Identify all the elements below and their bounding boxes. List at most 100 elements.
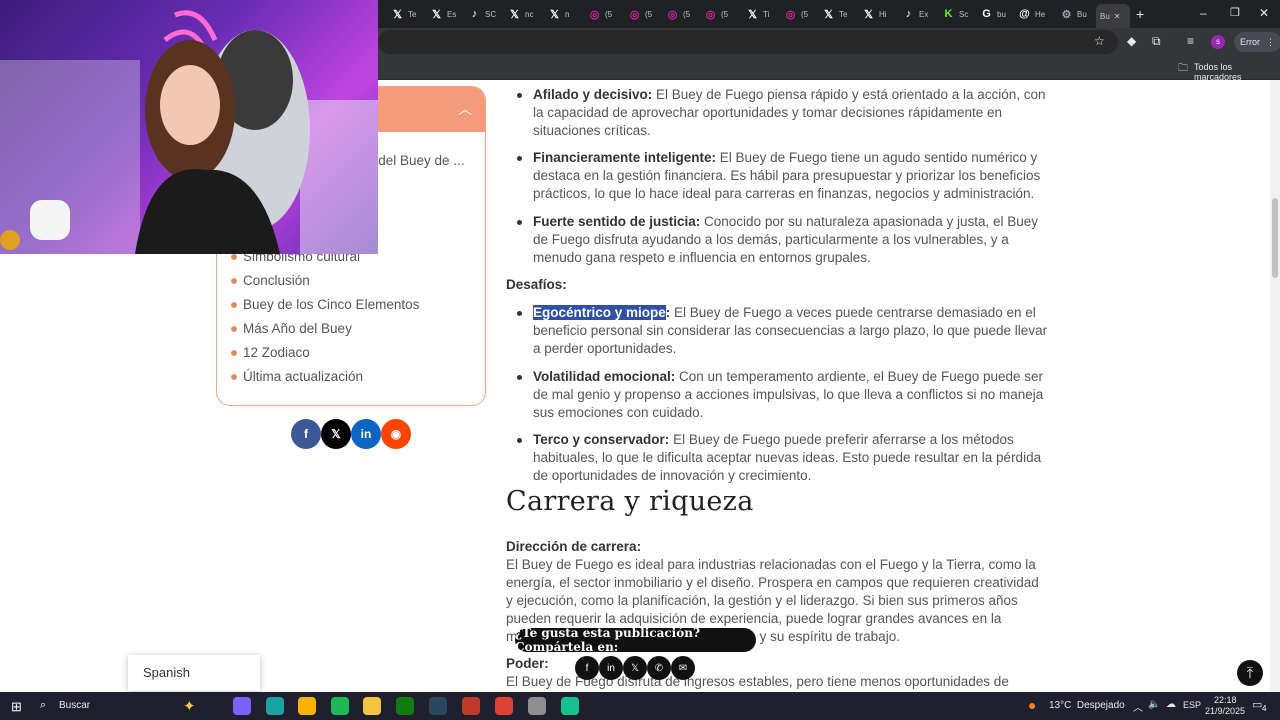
toc-item[interactable]: Más Año del Buey	[231, 321, 352, 336]
chrome-icon[interactable]	[298, 697, 316, 715]
tab-label: Ti	[763, 9, 770, 19]
tab-item[interactable]: K Sc	[942, 4, 969, 24]
tiktok-icon: ♪	[471, 8, 478, 20]
tab-item[interactable]: ◎ (5	[666, 4, 690, 24]
bullet-icon	[231, 277, 237, 284]
tab-item[interactable]: 𝕏 Es	[430, 4, 456, 24]
x-icon: 𝕏	[510, 8, 519, 21]
teams-icon[interactable]	[266, 697, 284, 715]
tab-item[interactable]: 𝕏nc	[508, 4, 533, 24]
chevron-up-icon[interactable]: ︿	[1133, 699, 1143, 714]
tab-item[interactable]: 𝕏 Te	[391, 4, 416, 24]
reading-list-icon[interactable]: ≡	[1187, 34, 1194, 48]
instagram-icon: ◎	[629, 8, 640, 21]
close-window-button[interactable]: ✕	[1259, 6, 1269, 20]
error-button[interactable]: Error ⋮	[1234, 32, 1280, 52]
x-icon: 𝕏	[393, 8, 402, 21]
arrow-up-icon: ⤒	[1246, 664, 1254, 682]
tab-item[interactable]: ◎ (5	[588, 4, 612, 24]
windows-start-icon[interactable]: ⊞	[11, 699, 22, 715]
tab-item[interactable]: ⚙ Bu	[1060, 4, 1087, 24]
spotify-icon[interactable]	[331, 697, 349, 715]
tab-item[interactable]: 𝕏 Te	[822, 4, 847, 24]
facebook-share-button[interactable]: f	[291, 419, 321, 449]
folder-icon[interactable]	[363, 697, 381, 715]
search-icon[interactable]: ⌕	[40, 699, 46, 712]
language-label: Spanish	[143, 665, 190, 680]
network-icon[interactable]: ☁	[1166, 699, 1176, 710]
tab-item[interactable]: ◎ (5	[784, 4, 808, 24]
volume-icon[interactable]: 🔈	[1148, 699, 1160, 710]
clock-date[interactable]: 21/9/2025	[1205, 706, 1245, 716]
tab-active[interactable]: Bu ✕	[1096, 4, 1130, 28]
tab-label: Te	[839, 9, 848, 19]
toc-item[interactable]: 12 Zodiaco	[231, 345, 310, 360]
chrome-icon[interactable]	[495, 697, 513, 715]
bookmark-star-icon[interactable]: ☆	[1094, 34, 1105, 48]
tab-item[interactable]: ♪ Ex	[902, 4, 929, 24]
steam-icon[interactable]	[429, 697, 447, 715]
list-item: Afilado y decisivo: El Buey de Fuego pie…	[517, 86, 1051, 140]
taskbar-search[interactable]: Buscar	[59, 700, 90, 711]
toc-item[interactable]: Última actualización	[231, 369, 363, 384]
x-share-button[interactable]: 𝕏	[623, 656, 647, 680]
back-to-top-button[interactable]: ⤒	[1237, 660, 1263, 686]
weather-label[interactable]: 13°C Despejado	[1049, 700, 1125, 711]
address-bar[interactable]	[378, 30, 1118, 54]
app-icon[interactable]	[462, 697, 480, 715]
toc-item-label: 12 Zodiaco	[243, 345, 310, 360]
linkedin-share-button[interactable]: in	[599, 656, 623, 680]
bullet-icon	[231, 253, 237, 260]
taskbar: ⊞ ⌕ Buscar ✦ ● 13°C Despejado ︿ 🔈 ☁ ESP …	[0, 692, 1280, 720]
email-share-button[interactable]: ✉	[671, 656, 695, 680]
chevron-up-icon[interactable]: ︿	[458, 99, 472, 119]
google-icon: G	[982, 8, 991, 20]
linkedin-share-button[interactable]: in	[351, 419, 381, 449]
minimize-button[interactable]: –	[1200, 6, 1207, 20]
x-icon: 𝕏	[748, 8, 757, 21]
app-icon[interactable]	[528, 697, 546, 715]
language-indicator[interactable]: ESP	[1183, 700, 1201, 710]
tab-item[interactable]: @ He	[1018, 4, 1045, 24]
reddit-share-button[interactable]: ◉	[381, 419, 411, 449]
tab-item[interactable]: Gbu	[980, 4, 1006, 24]
tab-item[interactable]: ◎ (5	[628, 4, 652, 24]
tab-item[interactable]: ◎ (5	[704, 4, 728, 24]
career-label: Dirección de carrera:	[506, 539, 642, 554]
list-item: Financieramente inteligente: El Buey de …	[517, 149, 1051, 203]
puzzle-icon[interactable]: ⧉	[1152, 34, 1161, 48]
tab-item[interactable]: 𝕏n	[548, 4, 569, 24]
tab-label: Bu	[1077, 9, 1087, 19]
challenges-label: Desafíos:	[506, 277, 567, 292]
language-selector[interactable]: Spanish	[128, 655, 260, 691]
scrollbar[interactable]	[1270, 80, 1280, 692]
new-tab-button[interactable]: +	[1136, 6, 1144, 22]
toc-item[interactable]: Conclusión	[231, 273, 310, 288]
notification-icon[interactable]: ▭	[1252, 698, 1262, 711]
whatsapp-share-button[interactable]: ✆	[647, 656, 671, 680]
tab-label: He	[1035, 9, 1046, 19]
section-heading: Carrera y riqueza	[506, 486, 754, 517]
toc-item[interactable]: d del Buey de ...	[367, 153, 465, 168]
facebook-share-button[interactable]: f	[575, 656, 599, 680]
avatar[interactable]: s	[1211, 35, 1225, 49]
extension-icon[interactable]: ◆	[1127, 34, 1136, 48]
share-bar-label: ¿Te gusta esta publicación? Compártela e…	[515, 626, 700, 654]
tab-item[interactable]: 𝕏 Hi	[862, 4, 887, 24]
weather-icon: ●	[1028, 697, 1037, 713]
sparkle-icon: ✦	[183, 698, 196, 715]
xbox-icon[interactable]	[396, 697, 414, 715]
close-tab-icon[interactable]: ✕	[1114, 12, 1121, 21]
clock-time[interactable]: 22:18	[1214, 695, 1237, 705]
maximize-button[interactable]: ❐	[1230, 6, 1240, 19]
tab-item[interactable]: 𝕏 Ti	[746, 4, 769, 24]
all-bookmarks-link[interactable]: Todos los marcadores	[1194, 62, 1280, 82]
app-icon[interactable]	[561, 697, 579, 715]
scrollbar-thumb[interactable]	[1272, 198, 1278, 278]
copilot-icon[interactable]	[233, 697, 251, 715]
x-share-button[interactable]: 𝕏	[321, 419, 351, 449]
tab-label: (5	[645, 9, 653, 19]
tab-item[interactable]: ♪ SC	[468, 4, 496, 24]
share-bar: ¿Te gusta esta publicación? Compártela e…	[515, 626, 756, 654]
toc-item[interactable]: Buey de los Cinco Elementos	[231, 297, 419, 312]
